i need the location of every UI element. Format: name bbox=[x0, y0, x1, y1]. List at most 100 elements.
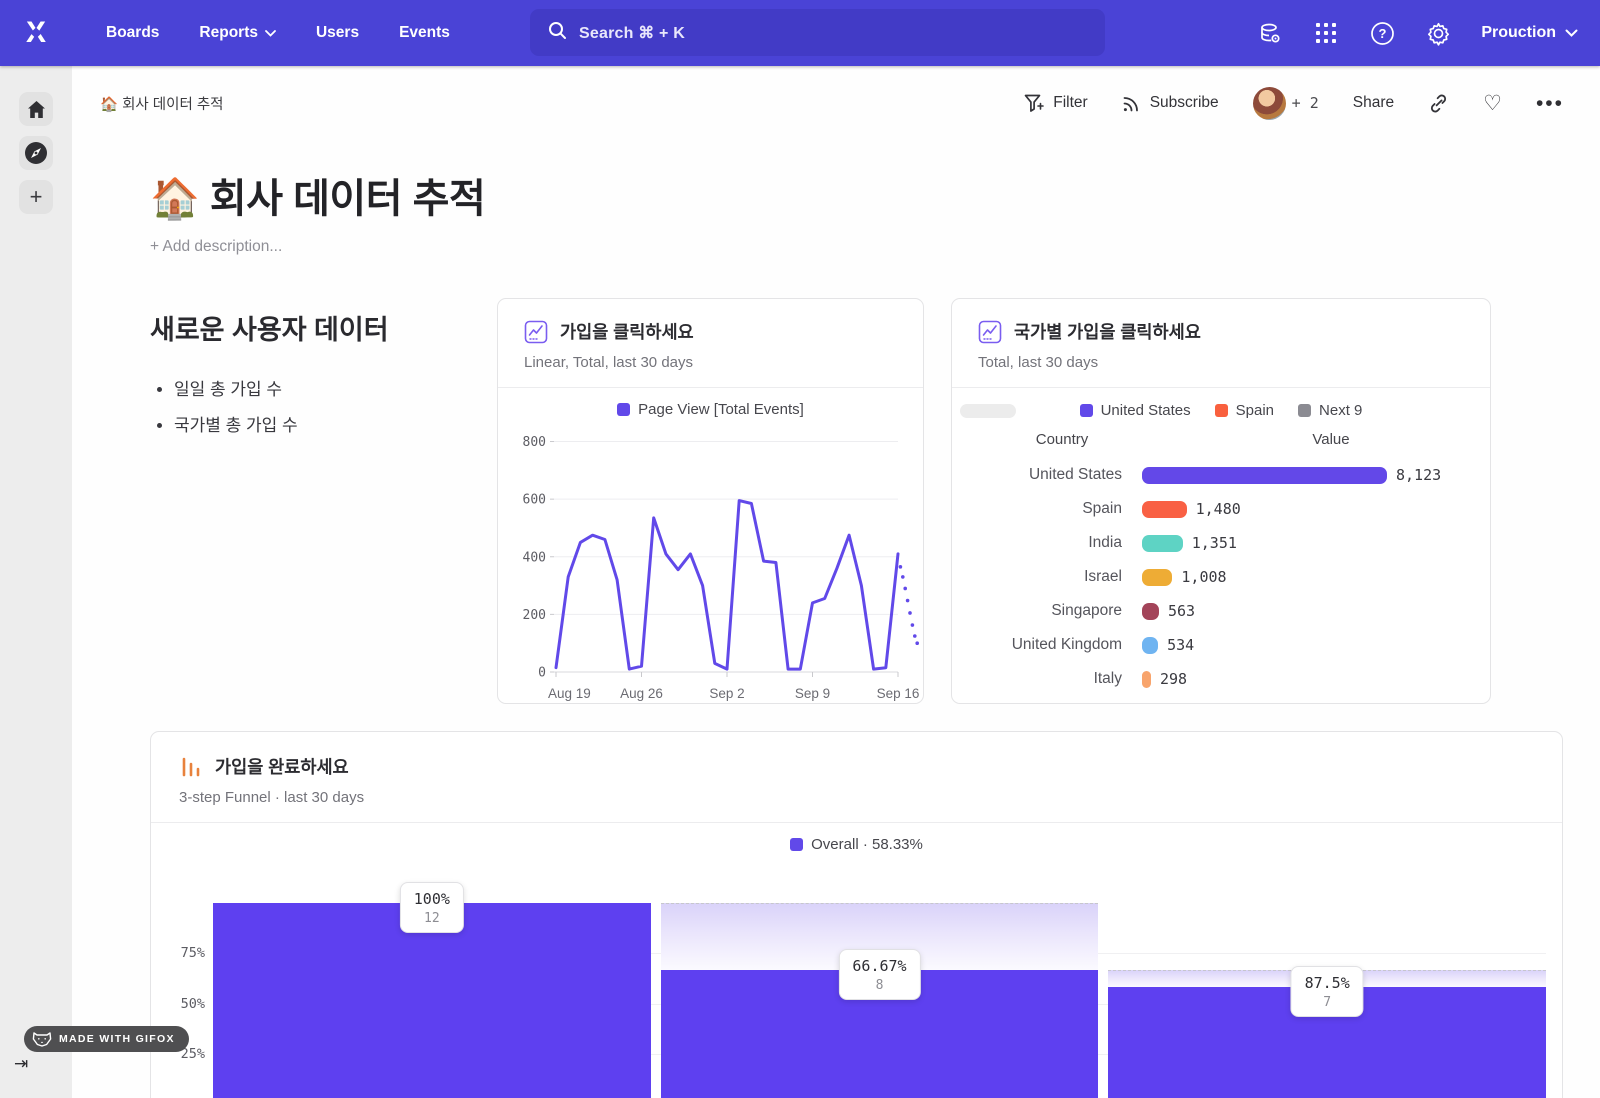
country-label: United Kingdom bbox=[952, 636, 1122, 654]
add-board-button[interactable]: + bbox=[19, 180, 53, 214]
heart-icon: ♡ bbox=[1483, 93, 1502, 114]
text-widget: 새로운 사용자 데이터 일일 총 가입 수국가별 총 가입 수 bbox=[150, 298, 495, 704]
value-bar[interactable] bbox=[1142, 603, 1159, 620]
funnel-step-tooltip: 100%12 bbox=[400, 882, 464, 933]
table-row[interactable]: United States8,123 bbox=[952, 458, 1490, 492]
legend-item[interactable]: Spain bbox=[1215, 402, 1274, 419]
nav-item-reports[interactable]: Reports bbox=[183, 14, 292, 52]
svg-text:?: ? bbox=[1378, 26, 1386, 41]
rss-icon bbox=[1122, 94, 1141, 113]
plus-icon: + bbox=[30, 186, 43, 208]
chevron-down-icon bbox=[265, 30, 276, 37]
line-chart-icon bbox=[524, 320, 548, 344]
value-label: 563 bbox=[1168, 602, 1195, 620]
gifox-badge: MADE WITH GIFOX bbox=[24, 1026, 189, 1052]
country-label: Singapore bbox=[952, 602, 1122, 620]
step-conversion-pct: 87.5% bbox=[1305, 974, 1350, 992]
line-chart-icon bbox=[978, 320, 1002, 344]
project-selector[interactable]: Prouction bbox=[1481, 24, 1578, 42]
funnel-step-tooltip: 66.67%8 bbox=[838, 949, 920, 1000]
funnel-step-1[interactable]: 100%12 bbox=[213, 871, 651, 1098]
legend-item[interactable]: Page View [Total Events] bbox=[617, 401, 804, 418]
collaborators[interactable]: + 2 bbox=[1253, 87, 1319, 120]
svg-text:200: 200 bbox=[523, 608, 546, 623]
favorite-button[interactable]: ♡ bbox=[1483, 93, 1502, 114]
card-subtitle: 3-step Funnel · last 30 days bbox=[179, 789, 1534, 822]
card-title: 가입을 완료하세요 bbox=[215, 754, 349, 779]
home-icon bbox=[27, 100, 46, 119]
nav-item-boards[interactable]: Boards bbox=[90, 14, 175, 52]
value-label: 1,008 bbox=[1181, 568, 1226, 586]
breadcrumb[interactable]: 🏠 회사 데이터 추적 bbox=[100, 93, 224, 114]
table-row[interactable]: United Kingdom 534 bbox=[952, 628, 1490, 662]
svg-text:Sep 9: Sep 9 bbox=[795, 686, 830, 701]
gifox-label: MADE WITH GIFOX bbox=[59, 1033, 175, 1045]
funnel-step-2[interactable]: 66.67%8 bbox=[661, 871, 1099, 1098]
filter-button[interactable]: Filter bbox=[1024, 94, 1087, 113]
share-button[interactable]: Share bbox=[1353, 94, 1394, 112]
legend-item[interactable]: Overall · 58.33% bbox=[790, 836, 923, 853]
legend-label: Next 9 bbox=[1319, 402, 1362, 419]
legend-label: United States bbox=[1101, 402, 1191, 419]
value-bar[interactable] bbox=[1142, 501, 1187, 518]
card-title: 국가별 가입을 클릭하세요 bbox=[1014, 319, 1201, 344]
text-widget-heading: 새로운 사용자 데이터 bbox=[150, 308, 495, 347]
table-row[interactable]: India1,351 bbox=[952, 526, 1490, 560]
explore-button[interactable] bbox=[19, 136, 53, 170]
page-title: 🏠 회사 데이터 추적 bbox=[150, 166, 1563, 224]
step-count: 12 bbox=[414, 911, 450, 926]
value-label: 534 bbox=[1167, 636, 1194, 654]
table-row[interactable]: Singapore 563 bbox=[952, 594, 1490, 628]
compass-icon bbox=[23, 140, 49, 166]
value-bar[interactable] bbox=[1142, 569, 1172, 586]
funnel-step-3[interactable]: 87.5%7 bbox=[1108, 871, 1546, 1098]
funnel-prev-level-line bbox=[661, 903, 1099, 904]
legend-swatch bbox=[1080, 404, 1093, 417]
table-row[interactable]: Israel1,008 bbox=[952, 560, 1490, 594]
apps-grid-icon[interactable] bbox=[1313, 20, 1339, 46]
home-button[interactable] bbox=[19, 92, 53, 126]
text-widget-bullet: 국가별 총 가입 수 bbox=[174, 411, 495, 436]
copy-link-button[interactable] bbox=[1428, 93, 1449, 114]
collaborators-more: + 2 bbox=[1292, 94, 1319, 112]
nav-item-users[interactable]: Users bbox=[300, 14, 375, 52]
help-icon[interactable]: ? bbox=[1369, 20, 1395, 46]
table-row[interactable]: Italy298 bbox=[952, 662, 1490, 696]
svg-text:800: 800 bbox=[523, 435, 546, 450]
nav-item-events[interactable]: Events bbox=[383, 14, 466, 52]
column-header-country[interactable]: Country bbox=[952, 431, 1172, 448]
funnel-chart-card[interactable]: 가입을 완료하세요 3-step Funnel · last 30 days O… bbox=[150, 731, 1563, 1098]
filter-icon bbox=[1024, 94, 1044, 113]
legend-item[interactable]: Next 9 bbox=[1298, 402, 1362, 419]
column-header-value[interactable]: Value bbox=[1172, 431, 1490, 448]
legend-swatch bbox=[1298, 404, 1311, 417]
left-rail: + ⇥ bbox=[0, 66, 72, 1098]
svg-text:0: 0 bbox=[538, 666, 546, 681]
more-options-button[interactable]: ••• bbox=[1536, 93, 1564, 114]
table-row[interactable]: Spain1,480 bbox=[952, 492, 1490, 526]
value-bar[interactable] bbox=[1142, 637, 1158, 654]
search-input[interactable]: Search ⌘ + K bbox=[530, 9, 1105, 56]
legend-item[interactable]: United States bbox=[1080, 402, 1191, 419]
subscribe-button[interactable]: Subscribe bbox=[1122, 94, 1219, 113]
value-label: 1,480 bbox=[1196, 500, 1241, 518]
value-bar[interactable] bbox=[1142, 467, 1387, 484]
mixpanel-logo-icon[interactable]: X bbox=[19, 16, 53, 50]
country-label: India bbox=[952, 534, 1122, 552]
funnel-chart-icon bbox=[179, 755, 203, 779]
value-bar[interactable] bbox=[1142, 671, 1151, 688]
search-placeholder: Search ⌘ + K bbox=[579, 23, 685, 43]
svg-text:Sep 16: Sep 16 bbox=[877, 686, 920, 701]
value-bar[interactable] bbox=[1142, 535, 1183, 552]
line-chart-plot[interactable]: 0200400600800Aug 19Aug 26Sep 2Sep 9Sep 1… bbox=[508, 420, 920, 704]
add-description[interactable]: + Add description... bbox=[150, 238, 1563, 256]
legend-label: Page View [Total Events] bbox=[638, 401, 804, 418]
settings-gear-icon[interactable] bbox=[1425, 20, 1451, 46]
legend-label: Spain bbox=[1236, 402, 1274, 419]
data-management-icon[interactable] bbox=[1257, 20, 1283, 46]
value-label: 298 bbox=[1160, 670, 1187, 688]
card-subtitle: Linear, Total, last 30 days bbox=[524, 354, 897, 387]
bar-chart-card[interactable]: 국가별 가입을 클릭하세요 Total, last 30 days United… bbox=[951, 298, 1491, 704]
collapse-sidebar-icon[interactable]: ⇥ bbox=[14, 1054, 28, 1074]
line-chart-card[interactable]: 가입을 클릭하세요 Linear, Total, last 30 days Pa… bbox=[497, 298, 924, 704]
